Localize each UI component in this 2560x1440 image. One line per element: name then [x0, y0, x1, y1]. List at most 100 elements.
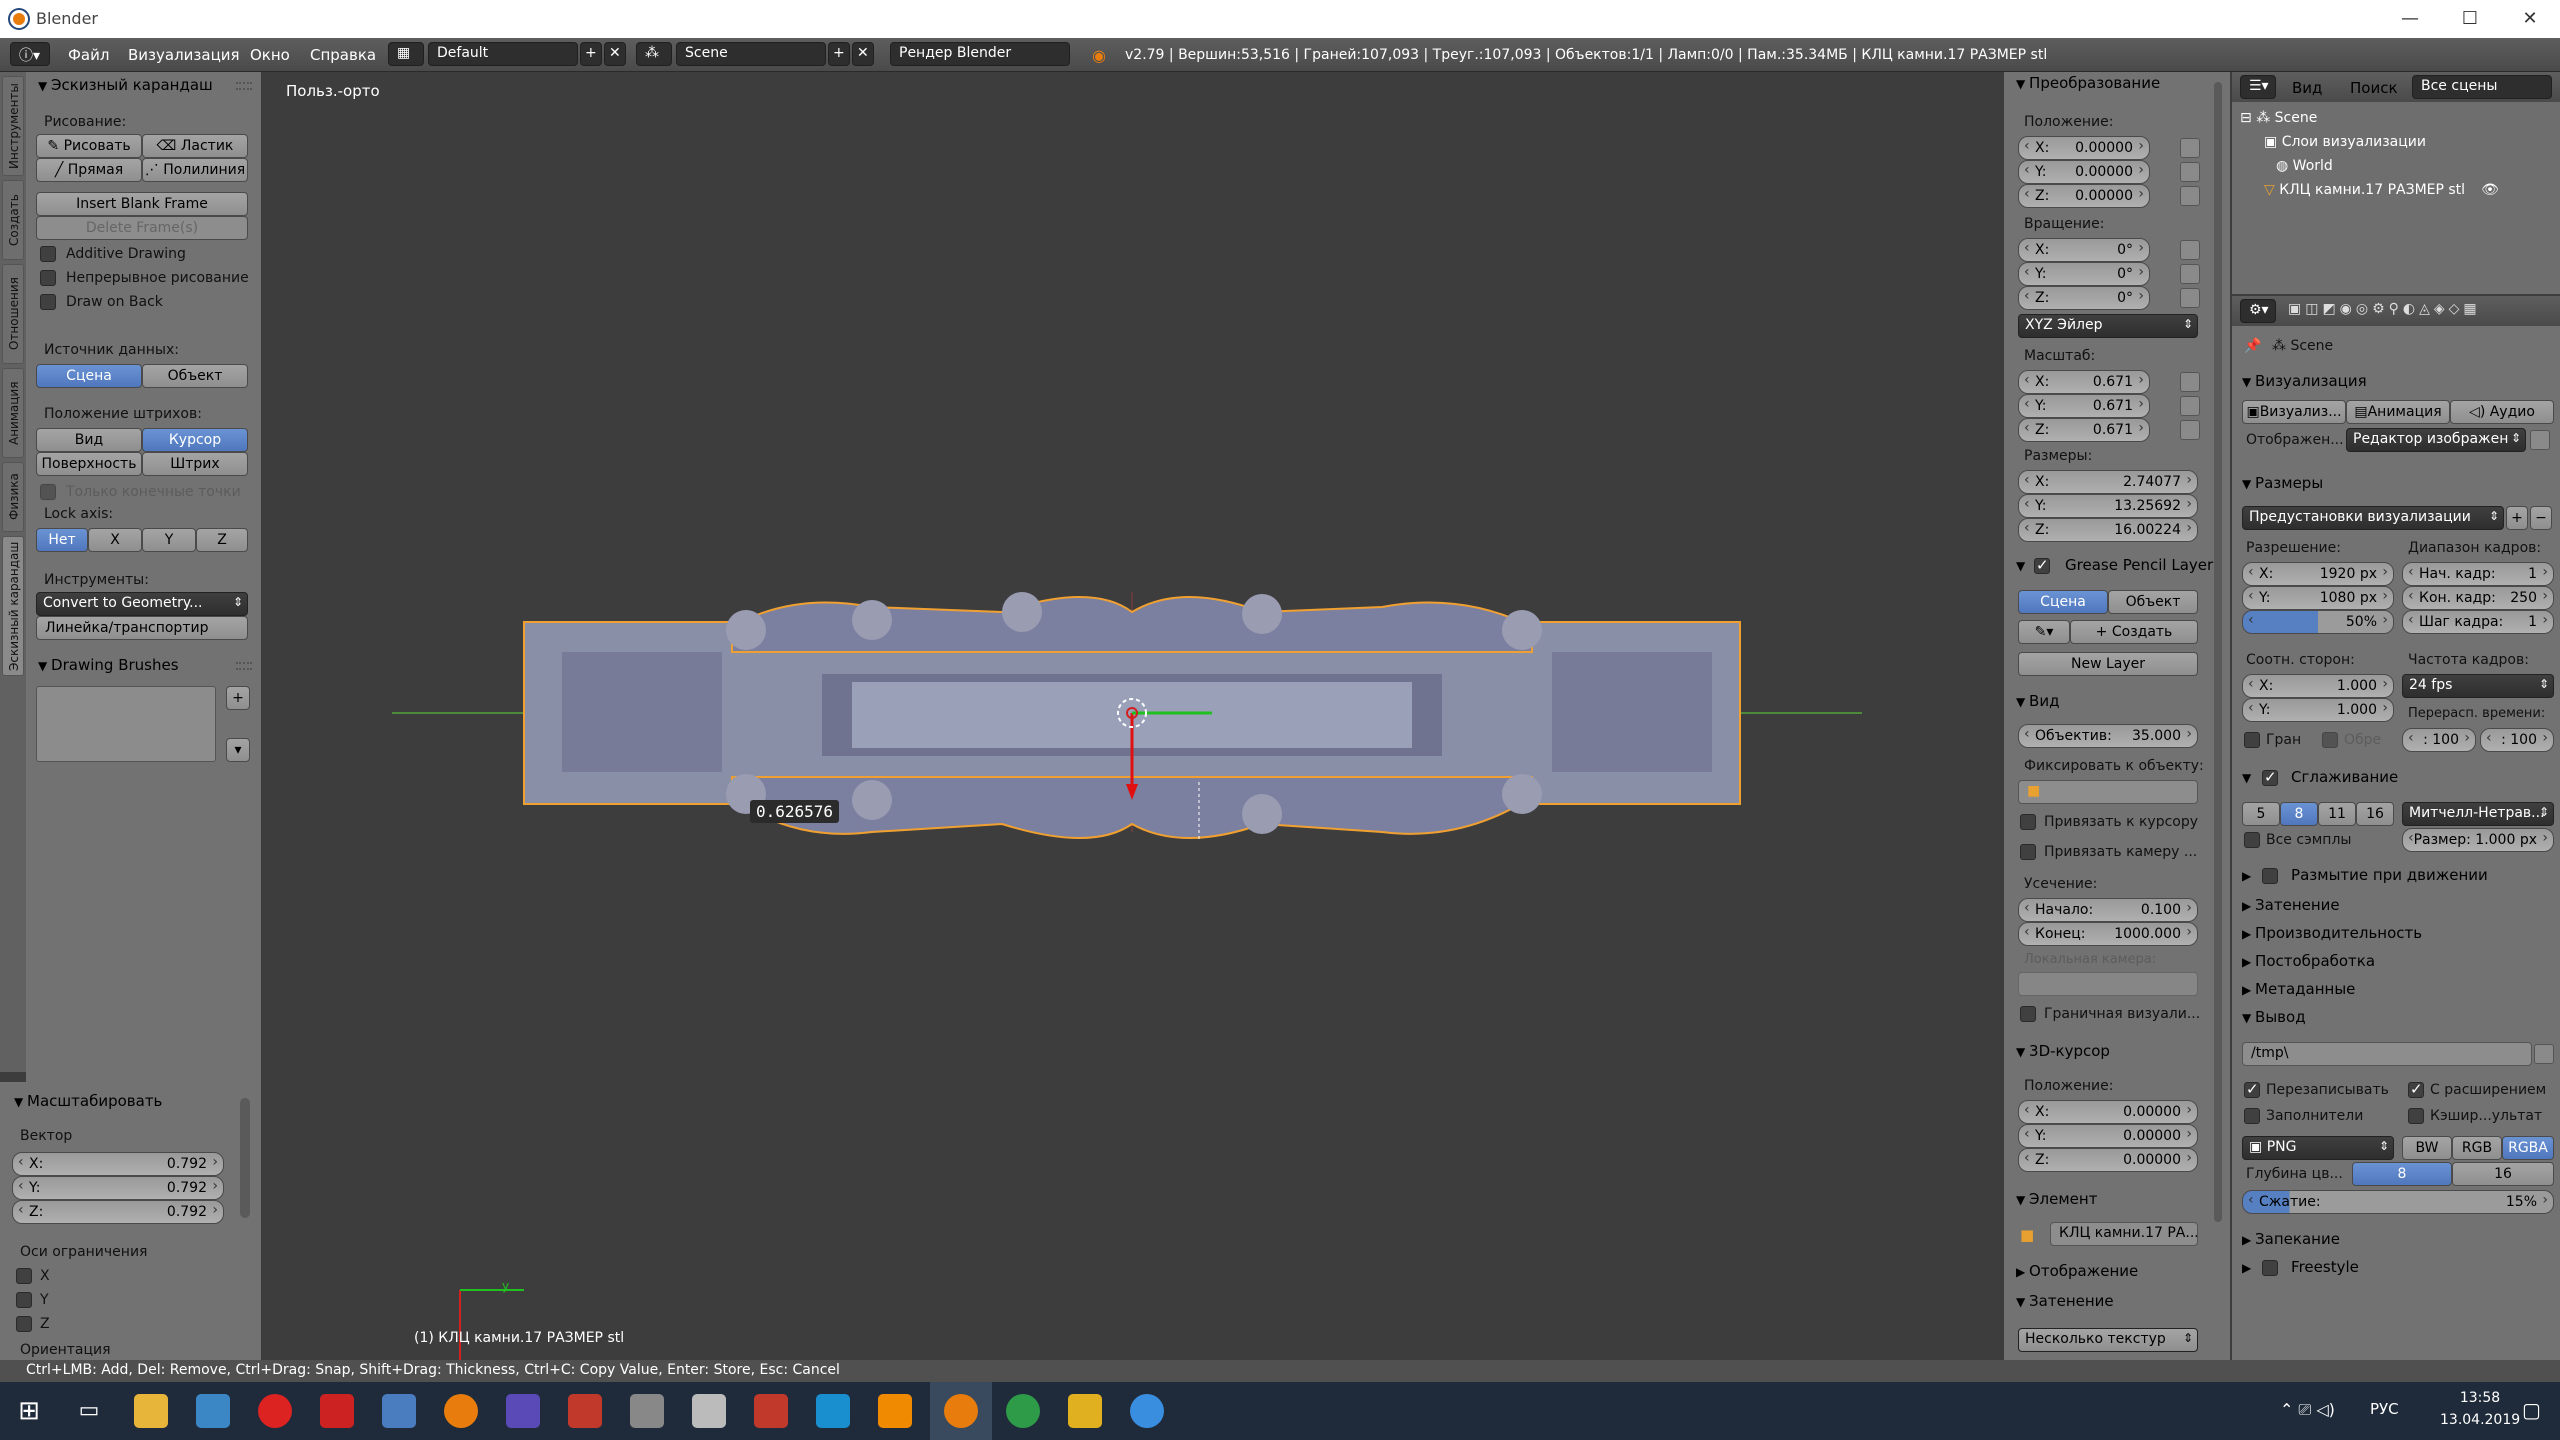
outliner-filter-select[interactable]: Все сцены	[2412, 75, 2552, 99]
app-icon[interactable]	[444, 1394, 478, 1428]
outliner-item-object[interactable]: ▽ КЛЦ камни.17 РАЗМЕР stl 👁	[2264, 182, 2499, 198]
insert-blank-frame-button[interactable]: Insert Blank Frame	[36, 192, 248, 216]
view-header[interactable]: Вид	[2016, 692, 2059, 710]
render-engine-select[interactable]: Рендер Blender	[890, 42, 1070, 66]
frame-end-field[interactable]: Кон. кадр: 250	[2402, 586, 2554, 610]
source-scene-button[interactable]: Сцена	[36, 364, 142, 388]
ruler-button[interactable]: Линейка/транспортир	[36, 616, 248, 640]
outliner-search-menu[interactable]: Поиск	[2350, 79, 2398, 97]
add-scene-icon[interactable]: +	[828, 42, 850, 66]
blender-taskbar-icon[interactable]	[944, 1394, 978, 1428]
res-percentage-slider[interactable]: 50%	[2242, 610, 2394, 634]
endpoints-checkbox[interactable]	[40, 484, 56, 500]
lock-icon[interactable]	[2180, 264, 2200, 284]
location-z-field[interactable]: Z: 0.00000	[2018, 184, 2150, 208]
scene-icon[interactable]: ⁂	[636, 42, 672, 66]
render-button[interactable]: ▣Визуализ...	[2242, 400, 2346, 424]
local-camera-field[interactable]	[2018, 972, 2198, 996]
gp-layer-header[interactable]: Grease Pencil Layer	[2016, 556, 2213, 574]
lock-object-field[interactable]: ■	[2018, 780, 2198, 804]
clock-time[interactable]: 13:58	[2440, 1390, 2520, 1406]
minimize-icon[interactable]: —	[2380, 0, 2440, 38]
windows-start-icon[interactable]: ⊞	[12, 1394, 46, 1428]
location-x-field[interactable]: X: 0.00000	[2018, 136, 2150, 160]
constraint-z-checkbox[interactable]	[16, 1316, 32, 1332]
scale-x-field[interactable]: X: 0.671	[2018, 370, 2150, 394]
layout-icon[interactable]: ▦	[388, 42, 424, 66]
lock-z-button[interactable]: Z	[196, 528, 248, 552]
app-icon[interactable]	[568, 1394, 602, 1428]
aa-11-button[interactable]: 11	[2318, 802, 2356, 826]
compression-slider[interactable]: Сжатие: 15%	[2242, 1190, 2554, 1214]
display-header[interactable]: Отображение	[2016, 1262, 2138, 1280]
lock-icon[interactable]	[2180, 288, 2200, 308]
lock-icon[interactable]	[2180, 372, 2200, 392]
aa-filter-select[interactable]: Митчелл-Нетрав...	[2402, 802, 2554, 826]
lock-icon[interactable]	[2180, 420, 2200, 440]
dim-y-field[interactable]: Y: 13.25692	[2018, 494, 2198, 518]
performance-header[interactable]: Производительность	[2242, 924, 2422, 942]
operator-scrollbar[interactable]	[240, 1098, 250, 1218]
add-layout-icon[interactable]: +	[580, 42, 602, 66]
clock-date[interactable]: 13.04.2019	[2440, 1412, 2520, 1428]
language-indicator[interactable]: РУС	[2370, 1400, 2399, 1418]
color-rgb-button[interactable]: RGB	[2452, 1136, 2502, 1160]
audio-button[interactable]: ◁) Аудио	[2450, 400, 2554, 424]
menu-render[interactable]: Визуализация	[128, 46, 240, 64]
tray-icons[interactable]: ⌃ ⎚ ◁)	[2280, 1400, 2335, 1420]
draw-button[interactable]: ✎ Рисовать	[36, 134, 142, 158]
res-y-field[interactable]: Y: 1080 px	[2242, 586, 2394, 610]
color-rgba-button[interactable]: RGBA	[2502, 1136, 2554, 1160]
border-checkbox[interactable]	[2020, 1006, 2036, 1022]
lock-interface-icon[interactable]	[2530, 430, 2550, 450]
output-path-field[interactable]: /tmp\	[2242, 1042, 2532, 1066]
aspect-x-field[interactable]: X: 1.000	[2242, 674, 2394, 698]
lens-field[interactable]: Объектив: 35.000	[2018, 724, 2198, 748]
color-bw-button[interactable]: BW	[2402, 1136, 2452, 1160]
aa-header[interactable]: Сглаживание	[2242, 768, 2398, 786]
tab-physics[interactable]: Физика	[2, 462, 24, 532]
new-layer-button[interactable]: New Layer	[2018, 652, 2198, 676]
props-context-icons[interactable]: ▣◫◩◉◎⚙⚲◐◬◈◇▦	[2288, 301, 2481, 317]
scale-z-field[interactable]: Z: 0.671	[2018, 418, 2150, 442]
operator-header[interactable]: Масштабировать	[14, 1092, 162, 1110]
outliner-view-menu[interactable]: Вид	[2292, 79, 2322, 97]
aa-5-button[interactable]: 5	[2242, 802, 2280, 826]
presets-select[interactable]: Предустановки визуализации	[2242, 506, 2504, 530]
app-icon[interactable]	[1068, 1394, 1102, 1428]
all-samples-checkbox[interactable]	[2244, 832, 2260, 848]
lock-icon[interactable]	[2180, 240, 2200, 260]
tab-animation[interactable]: Анимация	[2, 368, 24, 458]
panel-grip-icon[interactable]	[236, 82, 252, 90]
task-view-icon[interactable]: ▭	[72, 1394, 106, 1428]
post-processing-header[interactable]: Постобработка	[2242, 952, 2375, 970]
cursor-y-field[interactable]: Y: 0.00000	[2018, 1124, 2198, 1148]
illustrator-icon[interactable]	[878, 1394, 912, 1428]
constraint-y-checkbox[interactable]	[16, 1292, 32, 1308]
outliner-item-world[interactable]: ◍ World	[2276, 158, 2333, 174]
placement-surface-button[interactable]: Поверхность	[36, 452, 142, 476]
lock-cursor-checkbox[interactable]	[2020, 814, 2036, 830]
lock-icon[interactable]	[2180, 186, 2200, 206]
file-explorer-icon[interactable]	[134, 1394, 168, 1428]
close-icon[interactable]: ✕	[2500, 0, 2560, 38]
shading-mode-select[interactable]: Несколько текстур	[2018, 1328, 2198, 1352]
lock-camera-checkbox[interactable]	[2020, 844, 2036, 860]
output-header[interactable]: Вывод	[2242, 1008, 2306, 1026]
maximize-icon[interactable]: ☐	[2440, 0, 2500, 38]
animation-button[interactable]: ▤Анимация	[2346, 400, 2450, 424]
app-icon[interactable]	[816, 1394, 850, 1428]
3d-cursor-header[interactable]: 3D-курсор	[2016, 1042, 2110, 1060]
aspect-y-field[interactable]: Y: 1.000	[2242, 698, 2394, 722]
lock-y-button[interactable]: Y	[142, 528, 196, 552]
rotation-z-field[interactable]: Z: 0°	[2018, 286, 2150, 310]
eye-icon[interactable]: 👁	[2481, 182, 2499, 198]
lock-none-button[interactable]: Нет	[36, 528, 88, 552]
remove-preset-icon[interactable]: −	[2530, 506, 2552, 530]
shading-header[interactable]: Затенение	[2016, 1292, 2114, 1310]
tab-grease-pencil[interactable]: Эскизный карандаш	[2, 536, 24, 676]
aa-size-field[interactable]: Размер: 1.000 px	[2402, 828, 2554, 852]
lock-icon[interactable]	[2180, 138, 2200, 158]
line-button[interactable]: ╱ Прямая	[36, 158, 142, 182]
tab-create[interactable]: Создать	[2, 180, 24, 260]
